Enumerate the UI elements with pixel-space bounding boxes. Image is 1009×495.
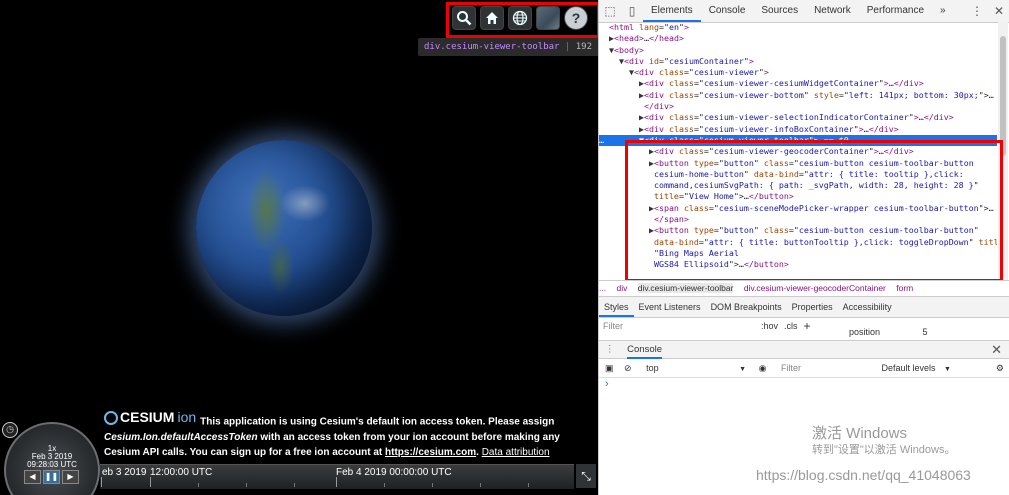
credits-token: Cesium.Ion.defaultAccessToken [104, 431, 258, 443]
console-toolbar: ▣ ⊘ top ▼ ◉ Filter Default levels ▼ ⚙ [599, 359, 1009, 378]
tooltip-size: 192 × 36 [575, 42, 598, 52]
timeline-label-noon: 12:00:00 UTC [150, 467, 213, 478]
menu-icon[interactable]: ⋮ [966, 4, 988, 18]
animation-widget[interactable]: 1x Feb 3 2019 09:28:03 UTC ◀ ❚❚ ▶ [4, 422, 100, 495]
fullscreen-button[interactable]: ⤡ [576, 464, 596, 488]
context-select[interactable]: top [646, 363, 659, 373]
dom-node[interactable]: ▶<div class="cesium-viewer-bottom" style… [599, 90, 997, 101]
computed-prop-name: position [849, 327, 881, 337]
tab-styles[interactable]: Styles [599, 297, 634, 317]
cesium-logo-ion: ion [177, 409, 197, 425]
console-prompt[interactable]: › [605, 378, 609, 390]
dom-node[interactable]: ▼<div class="cesium-viewer"> [599, 67, 997, 78]
tooltip-separator: | [564, 42, 571, 52]
eye-icon[interactable]: ◉ [759, 363, 767, 373]
tab-dom-breakpoints[interactable]: DOM Breakpoints [706, 297, 787, 317]
tab-elements[interactable]: Elements [643, 0, 701, 22]
hov-toggle[interactable]: :hov [761, 321, 778, 331]
clock-icon[interactable]: ◷ [2, 422, 18, 438]
dom-node[interactable]: ▶<head>…</head> [599, 33, 997, 44]
add-rule-button[interactable]: + [804, 319, 811, 333]
console-filter-input[interactable]: Filter [781, 363, 801, 373]
pause-button[interactable]: ❚❚ [43, 470, 60, 484]
console-drawer-header: ⋮ Console ✕ [599, 340, 1009, 359]
tab-event-listeners[interactable]: Event Listeners [634, 297, 706, 317]
dom-highlight-box [625, 140, 1003, 282]
clear-console-icon[interactable]: ⊘ [624, 363, 632, 373]
dom-node[interactable]: ▼<div id="cesiumContainer"> [599, 56, 997, 67]
cesium-logo-text: CESIUM [120, 409, 175, 425]
toolbar-highlight-box [446, 2, 598, 38]
credits-period: . [476, 446, 479, 458]
data-attribution-link[interactable]: Data attribution [482, 447, 550, 458]
styles-filter-input[interactable]: Filter [603, 319, 755, 333]
styles-filter-row: Filter :hov .cls + [599, 317, 1009, 335]
credits: CESIUM ion This application is using Ces… [104, 410, 594, 460]
drawer-menu-icon[interactable]: ⋮ [605, 344, 615, 355]
more-tabs-button[interactable]: » [932, 0, 954, 22]
cesium-link[interactable]: https://cesium.com [385, 447, 476, 458]
dom-node[interactable]: ▶<div class="cesium-viewer-infoBoxContai… [599, 124, 997, 135]
computed-prop-value: 5 [922, 327, 928, 337]
log-levels-select[interactable]: Default levels [881, 363, 935, 373]
tab-sources[interactable]: Sources [753, 0, 806, 22]
cesium-ion-logo[interactable]: CESIUM ion [104, 410, 196, 425]
windows-activation-watermark: 激活 Windows 转到"设置"以激活 Windows。 [812, 426, 956, 458]
timeline[interactable]: eb 3 2019 12:00:00 UTC Feb 4 2019 00:00:… [100, 464, 574, 489]
cesium-viewer[interactable]: ? div.cesium-viewer-toolbar | 192 × 36 C… [0, 0, 598, 495]
cesium-logo-icon [104, 410, 118, 425]
chevron-down-icon[interactable]: ▼ [739, 366, 746, 373]
blog-url-watermark: https://blog.csdn.net/qq_41048063 [756, 467, 971, 483]
breadcrumb-more[interactable]: ... [599, 283, 606, 293]
timeline-label-start: eb 3 2019 [102, 467, 147, 478]
breadcrumb-div[interactable]: div [616, 283, 627, 293]
tab-console-drawer[interactable]: Console [627, 344, 662, 359]
animation-time: 09:28:03 UTC [27, 460, 77, 469]
timeline-label-feb4: Feb 4 2019 00:00:00 UTC [336, 467, 452, 478]
credits-line1: This application is using Cesium's defau… [200, 416, 555, 428]
tab-performance[interactable]: Performance [859, 0, 932, 22]
devtools-tab-bar: ⬚ ▯ Elements Console Sources Network Per… [599, 0, 1009, 23]
computed-property: position 5 [849, 327, 928, 337]
tab-properties[interactable]: Properties [787, 297, 838, 317]
play-reverse-button[interactable]: ◀ [24, 470, 41, 484]
breadcrumb: ... div div.cesium-viewer-toolbar div.ce… [599, 280, 1009, 295]
globe[interactable] [196, 140, 372, 316]
play-forward-button[interactable]: ▶ [62, 470, 79, 484]
inspect-element-icon[interactable]: ⬚ [599, 4, 621, 18]
dom-node[interactable]: ▶<div class="cesium-viewer-cesiumWidgetC… [599, 78, 997, 89]
breadcrumb-form[interactable]: form [896, 283, 913, 293]
inspect-tooltip: div.cesium-viewer-toolbar | 192 × 36 [418, 38, 598, 56]
tab-accessibility[interactable]: Accessibility [838, 297, 897, 317]
dom-node[interactable]: <html lang="en"> [599, 22, 997, 33]
tooltip-selector: div.cesium-viewer-toolbar [424, 42, 560, 52]
cls-toggle[interactable]: .cls [784, 321, 798, 331]
watermark-line2: 转到"设置"以激活 Windows。 [812, 444, 956, 456]
tab-console[interactable]: Console [701, 0, 754, 22]
tab-network[interactable]: Network [806, 0, 859, 22]
dom-node[interactable]: </div> [599, 101, 997, 112]
dom-node[interactable]: ▼<body> [599, 45, 997, 56]
devtools-panel: ⬚ ▯ Elements Console Sources Network Per… [598, 0, 1009, 495]
sidebar-toggle-icon[interactable]: ▣ [605, 363, 614, 373]
breadcrumb-toolbar[interactable]: div.cesium-viewer-toolbar [637, 283, 734, 293]
device-toolbar-icon[interactable]: ▯ [621, 4, 643, 18]
breadcrumb-geocoder[interactable]: div.cesium-viewer-geocoderContainer [744, 283, 886, 293]
drawer-close-icon[interactable]: ✕ [991, 341, 1002, 358]
dom-node[interactable]: ▶<div class="cesium-viewer-selectionIndi… [599, 112, 997, 123]
close-icon[interactable]: ✕ [988, 4, 1009, 18]
watermark-line1: 激活 Windows [812, 425, 908, 442]
styles-tab-bar: Styles Event Listeners DOM Breakpoints P… [599, 296, 1009, 318]
console-settings-icon[interactable]: ⚙ [996, 359, 1004, 377]
